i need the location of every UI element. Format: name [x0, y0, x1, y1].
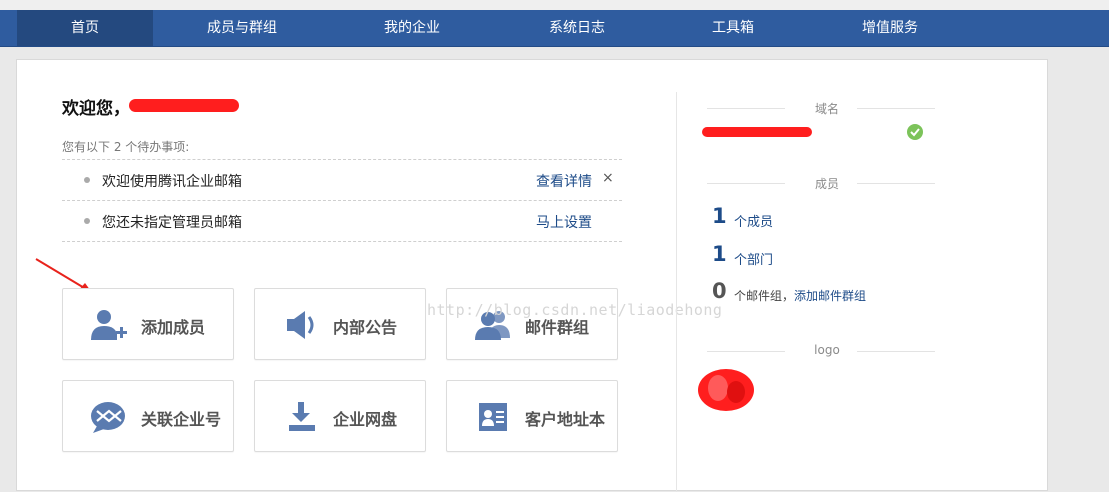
welcome-title: 欢迎您， — [62, 94, 130, 119]
address-book-tile[interactable]: 客户地址本 — [446, 380, 618, 452]
bullet-icon — [84, 177, 90, 183]
tile-label: 客户地址本 — [525, 410, 606, 429]
top-strip — [0, 0, 1109, 10]
download-disk-icon — [289, 402, 315, 431]
todo-item: 您还未指定管理员邮箱 马上设置 — [62, 201, 622, 241]
view-details-link[interactable]: 查看详情 — [536, 171, 592, 191]
nav-item-system-log[interactable]: 系统日志 — [507, 10, 647, 46]
tile-label: 企业网盘 — [333, 410, 398, 429]
enterprise-disk-tile[interactable]: 企业网盘 — [254, 380, 426, 452]
add-user-icon — [91, 310, 127, 340]
todo-text: 您还未指定管理员邮箱 — [102, 215, 242, 231]
divider — [62, 241, 622, 242]
redacted-domain — [702, 127, 812, 137]
todo-item: 欢迎使用腾讯企业邮箱 查看详情 × — [62, 160, 622, 200]
member-count: 1 — [712, 204, 727, 228]
close-icon[interactable]: × — [602, 170, 614, 186]
nav-item-value-added[interactable]: 增值服务 — [820, 10, 960, 46]
dept-unit: 个部门 — [734, 253, 774, 268]
main-panel: 欢迎您， 您有以下 2 个待办事项: 欢迎使用腾讯企业邮箱 查看详情 × 您还未… — [16, 59, 1048, 492]
nav-item-toolbox[interactable]: 工具箱 — [663, 10, 803, 46]
domain-section-header: 域名 — [707, 100, 947, 116]
mail-group-tile[interactable]: 邮件群组 — [446, 288, 618, 360]
members-section-header: 成员 — [707, 175, 947, 191]
group-unit: 个邮件组， — [734, 289, 795, 303]
redacted-username — [129, 99, 239, 112]
group-unit-line: 个邮件组，添加邮件群组 — [734, 287, 866, 304]
logo-section-header: logo — [707, 343, 947, 359]
nav-item-my-enterprise[interactable]: 我的企业 — [342, 10, 482, 46]
todo-text: 欢迎使用腾讯企业邮箱 — [102, 174, 242, 190]
dept-count: 1 — [712, 242, 727, 266]
link-enterprise-tile[interactable]: 关联企业号 — [62, 380, 234, 452]
watermark: http://blog.csdn.net/liaodehong — [427, 301, 723, 319]
set-now-link[interactable]: 马上设置 — [536, 212, 592, 232]
internal-notice-tile[interactable]: 内部公告 — [254, 288, 426, 360]
logo-label: logo — [814, 343, 840, 357]
nav-item-home[interactable]: 首页 — [17, 10, 153, 46]
welcome-greeting: 欢迎您， — [62, 99, 130, 119]
group-count: 0 — [712, 279, 727, 303]
todo-hint: 您有以下 2 个待办事项: — [62, 140, 190, 154]
tile-label: 添加成员 — [141, 318, 206, 337]
verified-check-icon — [907, 124, 923, 140]
add-member-tile[interactable]: 添加成员 — [62, 288, 234, 360]
top-nav: 首页 成员与群组 我的企业 系统日志 工具箱 增值服务 — [0, 10, 1109, 47]
speaker-icon — [287, 311, 314, 339]
tile-label: 关联企业号 — [141, 410, 222, 429]
link-enterprise-icon — [91, 402, 125, 433]
address-book-icon — [479, 403, 507, 431]
tile-label: 内部公告 — [333, 318, 398, 337]
redacted-logo — [698, 369, 754, 411]
vertical-divider — [676, 92, 677, 492]
nav-item-members-groups[interactable]: 成员与群组 — [172, 10, 312, 46]
bullet-icon — [84, 218, 90, 224]
add-mail-group-link[interactable]: 添加邮件群组 — [794, 289, 866, 303]
member-unit: 个成员 — [734, 215, 774, 230]
